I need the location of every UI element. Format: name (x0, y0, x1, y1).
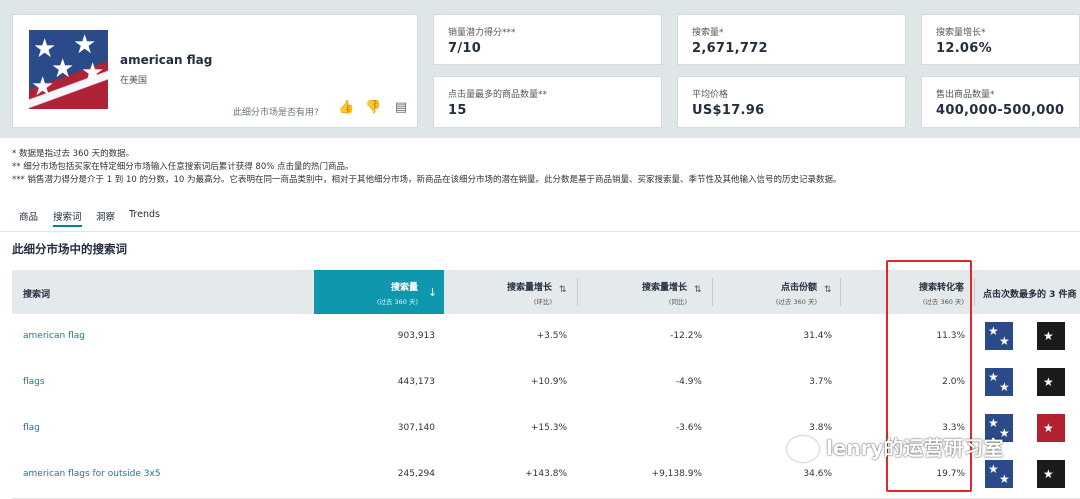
comment-icon[interactable]: ▤ (393, 100, 409, 116)
niche-region: 在美国 (120, 76, 148, 86)
metric-search-volume: 搜索量* 2,671,772 (677, 14, 906, 65)
product-thumbnail[interactable]: ★ ★ (985, 460, 1013, 488)
tab-products[interactable]: 商品 (19, 209, 38, 223)
sort-icon[interactable]: ⇅ (824, 285, 832, 295)
wechat-icon (787, 436, 819, 462)
tab-insights[interactable]: 洞察 (96, 209, 115, 223)
watermark: lenry的运营研习室 (826, 436, 1004, 460)
sort-icon[interactable]: ⇅ (694, 285, 702, 295)
tab-trends[interactable]: Trends (129, 209, 160, 220)
keyword-link[interactable]: american flag (23, 331, 85, 341)
section-title: 此细分市场中的搜索词 (12, 242, 127, 256)
tab-search-terms[interactable]: 搜索词 (53, 209, 82, 227)
sort-desc-icon[interactable]: ↓ (428, 286, 437, 299)
product-image: ★ ★ ★ ★ ★ (29, 30, 108, 109)
metric-sales-potential: 销量潜力得分*** 7/10 (433, 14, 662, 65)
thumbs-down-icon[interactable]: 👎 (365, 100, 381, 116)
product-thumbnail[interactable]: ★ ★ (985, 368, 1013, 396)
keyword-link[interactable]: flag (23, 423, 40, 433)
metric-units-sold: 售出商品数量* 400,000-500,000 (921, 76, 1080, 128)
footnotes: * 数据是指过去 360 天的数据。 ** 细分市场包括买家在特定细分市场输入任… (12, 149, 842, 185)
keyword-link[interactable]: american flags for outside 3x5 (23, 469, 161, 479)
thumbs-up-icon[interactable]: 👍 (338, 100, 354, 116)
product-thumbnail[interactable]: ★ (1037, 322, 1065, 350)
sort-icon[interactable]: ⇅ (559, 285, 567, 295)
metric-top-clicked-count: 点击量最多的商品数量** 15 (433, 76, 662, 128)
header-volume[interactable]: 搜索量 (过去 360 天) (314, 270, 444, 314)
niche-title: american flag (120, 53, 213, 67)
niche-card: ★ ★ ★ ★ ★ american flag 在美国 此细分市场是否有用? 👍… (12, 14, 418, 128)
header-keyword[interactable]: 搜索词 (23, 287, 50, 300)
keyword-link[interactable]: flags (23, 377, 45, 387)
header-top-clicked: 点击次数最多的 3 件商 (983, 290, 1077, 300)
product-thumbnail[interactable]: ★ (1037, 368, 1065, 396)
useful-question: 此细分市场是否有用? (233, 108, 319, 118)
product-thumbnail[interactable]: ★ ★ (985, 322, 1013, 350)
metric-average-price: 平均价格 US$17.96 (677, 76, 906, 128)
tab-bar: 商品 搜索词 洞察 Trends (0, 201, 1080, 232)
product-thumbnail[interactable]: ★ (1037, 414, 1065, 442)
product-thumbnail[interactable]: ★ (1037, 460, 1065, 488)
metric-search-growth: 搜索量增长* 12.06% (921, 14, 1080, 65)
